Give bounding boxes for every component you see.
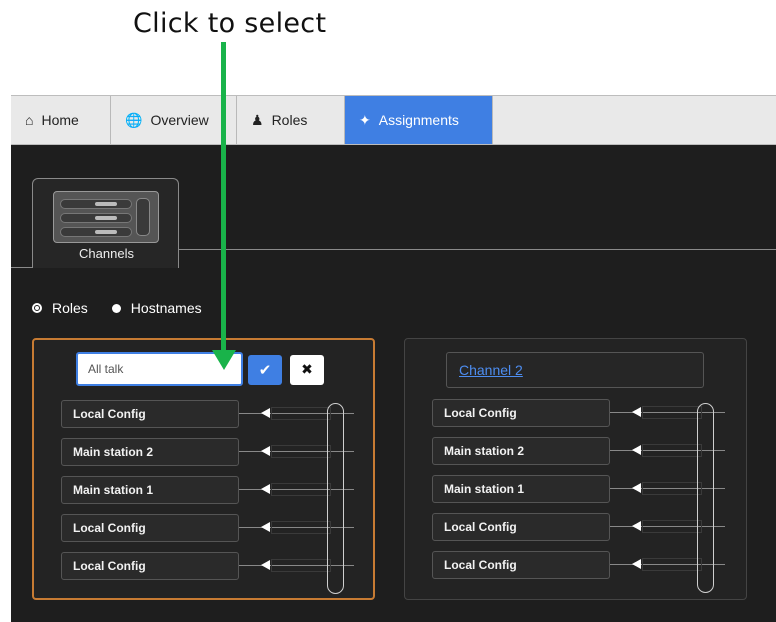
arrow-left-icon [632, 521, 641, 531]
role-button[interactable]: Main station 2 [432, 437, 610, 465]
arrow-left-icon [261, 522, 270, 532]
arrow-left-icon [261, 446, 270, 456]
arrow-left-icon [632, 559, 641, 569]
close-icon: ✖ [301, 362, 313, 378]
radio-selected-icon [32, 303, 42, 313]
tab-assignments[interactable]: ✦ Assignments [345, 96, 493, 144]
channel-bus [697, 403, 714, 593]
role-button[interactable]: Local Config [61, 514, 239, 542]
role-button[interactable]: Local Config [61, 400, 239, 428]
arrow-left-icon [261, 408, 270, 418]
channels-device-icon [53, 191, 159, 243]
radio-unselected-icon [111, 303, 121, 313]
annotation-caption: Click to select [133, 8, 327, 39]
arrow-left-icon [261, 560, 270, 570]
tab-roles[interactable]: ♟ Roles [237, 96, 345, 144]
home-icon: ⌂ [25, 112, 34, 128]
radio-hostnames[interactable]: Hostnames [111, 300, 202, 316]
role-button[interactable]: Local Config [432, 399, 610, 427]
role-button[interactable]: Local Config [432, 551, 610, 579]
arrow-left-icon [632, 407, 641, 417]
app-window: ⌂ Home 🌐 Overview ♟ Roles ✦ Assignments … [11, 95, 776, 622]
tab-underline [11, 267, 32, 268]
users-icon: ♟ [251, 111, 264, 128]
view-mode-radio-group: Roles Hostnames [32, 300, 226, 316]
main-tab-bar: ⌂ Home 🌐 Overview ♟ Roles ✦ Assignments [11, 95, 776, 145]
role-button[interactable]: Main station 1 [61, 476, 239, 504]
tab-label: Roles [271, 112, 308, 128]
radio-roles[interactable]: Roles [32, 300, 88, 316]
tab-label: Home [41, 112, 79, 128]
channel-panel-1[interactable]: ✔ ✖ Local Config Main station 2 Main sta… [32, 338, 375, 600]
confirm-button[interactable]: ✔ [248, 355, 282, 385]
arrow-left-icon [632, 483, 641, 493]
annotation-arrow-head [212, 350, 236, 370]
globe-icon: 🌐 [125, 111, 143, 128]
arrow-left-icon [261, 484, 270, 494]
radio-label: Hostnames [130, 300, 202, 316]
annotation-arrow [221, 42, 226, 362]
channel-name-link[interactable]: Channel 2 [446, 352, 704, 388]
channel-panel-2[interactable]: Channel 2 Local Config Main station 2 Ma… [404, 338, 747, 600]
cancel-button[interactable]: ✖ [290, 355, 324, 385]
assignments-icon: ✦ [359, 111, 371, 128]
tab-underline [179, 249, 776, 250]
tab-label: Overview [150, 112, 209, 128]
role-button[interactable]: Main station 2 [61, 438, 239, 466]
arrow-left-icon [632, 445, 641, 455]
role-button[interactable]: Main station 1 [432, 475, 610, 503]
tab-home[interactable]: ⌂ Home [11, 96, 111, 144]
tab-label: Assignments [378, 112, 459, 128]
radio-label: Roles [52, 300, 88, 316]
tab-channels[interactable]: Channels [32, 178, 179, 268]
role-button[interactable]: Local Config [432, 513, 610, 541]
role-button[interactable]: Local Config [61, 552, 239, 580]
channel-bus [327, 403, 344, 594]
check-icon: ✔ [258, 361, 272, 379]
channels-tab-label: Channels [79, 246, 134, 261]
tab-overview[interactable]: 🌐 Overview [111, 96, 237, 144]
